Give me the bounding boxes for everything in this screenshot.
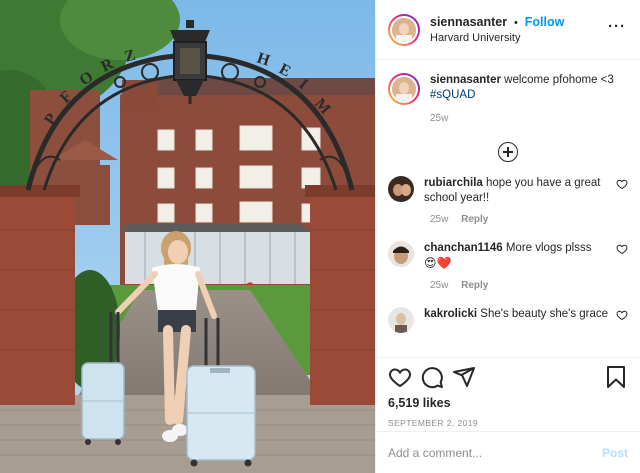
heart-icon[interactable] xyxy=(388,365,412,389)
bookmark-icon[interactable] xyxy=(604,365,628,389)
comment-item: kakrolicki She's beauty she's grace xyxy=(388,307,628,333)
add-comment-bar: Post xyxy=(376,431,640,473)
comments-list[interactable]: siennasanter welcome pfohome <3 #sQUAD 2… xyxy=(376,61,640,357)
more-options-button[interactable]: ··· xyxy=(608,18,628,41)
avatar-image xyxy=(392,77,416,101)
action-bar xyxy=(388,358,628,396)
comment-item: rubiarchila hope you have a great school… xyxy=(388,176,628,225)
heart-icon[interactable] xyxy=(616,309,628,321)
post-location[interactable]: Harvard University xyxy=(430,31,608,46)
post-date[interactable]: SEPTEMBER 2, 2019 xyxy=(388,418,628,428)
reply-button[interactable]: Reply xyxy=(461,280,488,291)
heart-icon[interactable] xyxy=(616,243,628,255)
photo-scene: P F O R Z H E I M xyxy=(0,0,375,473)
post-header: siennasanter • Follow Harvard University… xyxy=(376,0,640,60)
comment-icon[interactable] xyxy=(420,365,444,389)
comment-item: chanchan1146 More vlogs plsss 😍❤️ 25w Re… xyxy=(388,241,628,291)
caption-text: welcome pfohome <3 xyxy=(504,74,614,86)
instagram-post: P F O R Z H E I M siennasanter • Follow … xyxy=(0,0,640,473)
commenter-avatar[interactable] xyxy=(388,241,414,267)
comment-username[interactable]: kakrolicki xyxy=(424,308,477,320)
caption-username[interactable]: siennasanter xyxy=(430,74,501,86)
comment-text: She's beauty she's grace xyxy=(480,308,609,320)
post-caption: siennasanter welcome pfohome <3 #sQUAD xyxy=(388,61,628,105)
follow-button[interactable]: Follow xyxy=(525,15,565,29)
caption-avatar[interactable] xyxy=(388,73,420,105)
post-comment-button[interactable]: Post xyxy=(602,446,628,460)
author-avatar[interactable] xyxy=(388,13,420,46)
comment-input[interactable] xyxy=(388,445,602,460)
comment-username[interactable]: rubiarchila xyxy=(424,177,483,189)
separator-dot: • xyxy=(514,16,518,29)
reply-button[interactable]: Reply xyxy=(461,214,488,225)
comment-text: More vlogs plsss xyxy=(505,242,592,254)
comment-emoji: 😍❤️ xyxy=(424,256,452,270)
avatar-image xyxy=(392,17,416,42)
comment-time[interactable]: 25w xyxy=(430,214,448,225)
heart-icon[interactable] xyxy=(616,178,628,190)
caption-hashtag[interactable]: #sQUAD xyxy=(430,89,475,101)
post-photo[interactable]: P F O R Z H E I M xyxy=(0,0,375,473)
comment-time[interactable]: 25w xyxy=(430,280,448,291)
likes-count[interactable]: 6,519 likes xyxy=(388,396,628,410)
author-username[interactable]: siennasanter xyxy=(430,15,507,29)
commenter-avatar[interactable] xyxy=(388,176,414,202)
plus-circle-icon[interactable] xyxy=(498,142,518,162)
caption-time[interactable]: 25w xyxy=(430,113,448,124)
commenter-avatar[interactable] xyxy=(388,307,414,333)
post-actions-area: 6,519 likes SEPTEMBER 2, 2019 xyxy=(376,357,640,428)
caption-meta: 25w xyxy=(430,113,628,124)
post-side-panel: siennasanter • Follow Harvard University… xyxy=(375,0,640,473)
comment-username[interactable]: chanchan1146 xyxy=(424,242,503,254)
share-icon[interactable] xyxy=(452,365,476,389)
header-text: siennasanter • Follow Harvard University xyxy=(430,14,608,46)
